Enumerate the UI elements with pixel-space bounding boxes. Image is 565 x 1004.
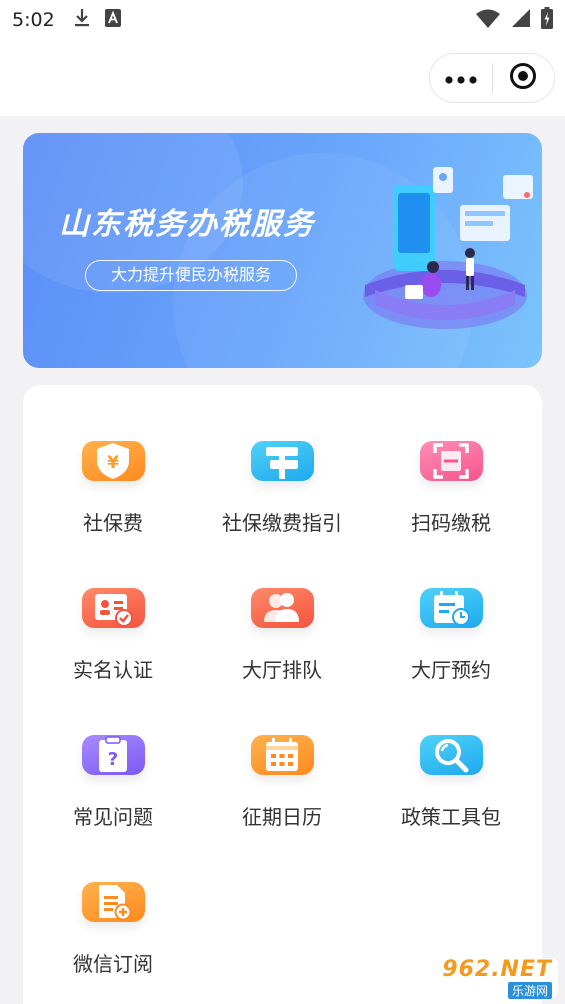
people-icon: [250, 588, 314, 628]
signpost-icon: [250, 441, 314, 481]
calendar-clock-icon: [419, 588, 483, 628]
signal-icon: [511, 8, 531, 32]
service-wechat-subscribe[interactable]: 微信订阅: [28, 826, 198, 976]
more-button[interactable]: [430, 54, 492, 102]
service-scan-pay-tax[interactable]: 扫码缴税: [366, 385, 536, 535]
service-real-name-auth[interactable]: 实名认证: [28, 532, 198, 682]
watermark-logo-text: 962.NET: [442, 957, 552, 982]
calendar-grid-icon: [250, 735, 314, 775]
status-time: 5:02: [12, 9, 55, 31]
more-dots-icon: [445, 69, 477, 88]
wifi-icon: [475, 8, 501, 32]
service-label: 微信订阅: [73, 952, 153, 976]
service-social-insurance-guide[interactable]: 社保缴费指引: [197, 385, 367, 535]
id-card-check-icon: [81, 588, 145, 628]
service-hall-queue[interactable]: 大厅排队: [197, 532, 367, 682]
close-button[interactable]: [492, 54, 554, 102]
service-faq[interactable]: ? 常见问题: [28, 679, 198, 829]
service-tax-calendar[interactable]: 征期日历: [197, 679, 367, 829]
service-policy-toolkit[interactable]: 政策工具包: [366, 679, 536, 829]
watermark-site-name: 乐游网: [507, 982, 552, 999]
nav-bar: [0, 40, 565, 116]
service-hall-appointment[interactable]: 大厅预约: [366, 532, 536, 682]
status-icons-left: [73, 8, 121, 32]
status-icons-right: [475, 7, 553, 33]
scan-icon: [419, 441, 483, 481]
site-watermark: 962.NET 乐游网: [426, 957, 558, 999]
banner-title: 山东税务办税服务: [59, 207, 315, 242]
shield-yen-icon: ¥: [81, 441, 145, 481]
services-card: ¥ 社保费 社保缴费指引 扫码缴税 实名认证 大厅排队 大厅预约 ? 常见问题 …: [23, 385, 542, 1004]
banner-subtitle: 大力提升便民办税服务: [85, 260, 297, 291]
magnifier-icon: [419, 735, 483, 775]
close-target-icon: [509, 62, 537, 94]
mini-program-capsule: [429, 53, 555, 103]
question-clipboard-icon: ?: [81, 735, 145, 775]
document-add-icon: [81, 882, 145, 922]
service-label: 政策工具包: [401, 805, 501, 829]
status-bar: 5:02: [0, 0, 565, 40]
service-label: 征期日历: [242, 805, 322, 829]
banner-illustration: [335, 145, 535, 355]
battery-charging-icon: [541, 7, 553, 33]
svg-text:?: ?: [108, 749, 118, 770]
svg-text:¥: ¥: [107, 453, 119, 473]
download-icon: [73, 8, 91, 32]
service-social-insurance[interactable]: ¥ 社保费: [28, 385, 198, 535]
font-a-icon: [104, 9, 121, 31]
banner[interactable]: 山东税务办税服务 大力提升便民办税服务: [23, 133, 542, 368]
